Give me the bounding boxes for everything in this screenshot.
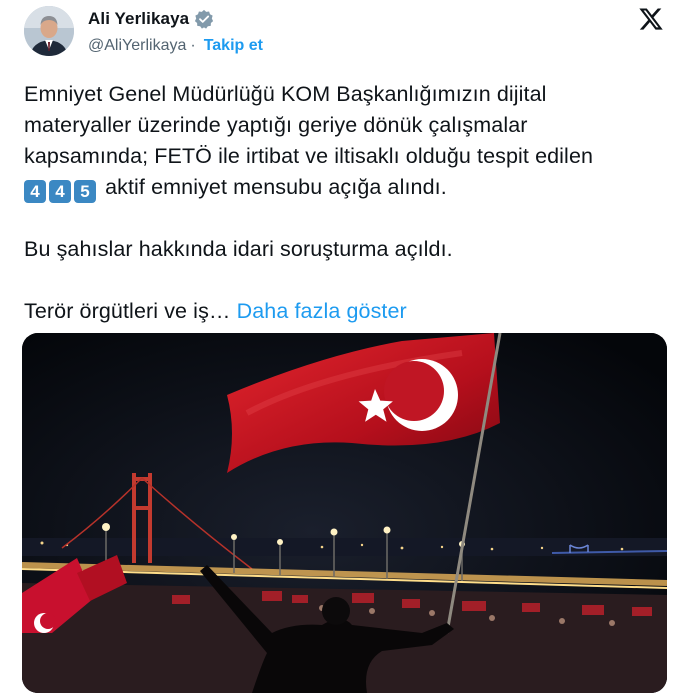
tweet-line-2: materyaller üzerinde yaptığı geriye dönü… bbox=[24, 113, 528, 137]
tweet-line-4: 445 aktif emniyet mensubu açığa alındı. bbox=[24, 172, 674, 203]
avatar[interactable] bbox=[24, 6, 74, 56]
follow-button[interactable]: Takip et bbox=[204, 37, 263, 55]
truncated-text: Terör örgütleri ve iş… bbox=[24, 299, 231, 323]
verified-badge-icon bbox=[194, 9, 214, 29]
tweet-paragraph-2: Bu şahıslar hakkında idari soruşturma aç… bbox=[24, 237, 453, 261]
tweet-line-3: kapsamında; FETÖ ile irtibat ve iltisakl… bbox=[24, 144, 594, 168]
tweet-text: Emniyet Genel Müdürlüğü KOM Başkanlığımı… bbox=[24, 79, 674, 327]
tweet-line-1: Emniyet Genel Müdürlüğü KOM Başkanlığımı… bbox=[24, 82, 547, 106]
tweet-paragraph-3: Terör örgütleri ve iş… Daha fazla göster bbox=[24, 296, 674, 327]
keycap-digit-2: 4 bbox=[49, 180, 71, 203]
x-logo-icon[interactable] bbox=[638, 6, 664, 32]
keycap-digit-1: 4 bbox=[24, 180, 46, 203]
separator-dot: · bbox=[190, 37, 196, 54]
keycap-digit-3: 5 bbox=[74, 180, 96, 203]
author-handle[interactable]: @AliYerlikaya bbox=[88, 37, 186, 55]
tweet-photo[interactable] bbox=[22, 333, 667, 693]
tweet-card: Ali Yerlikaya @AliYerlikaya · Takip et E… bbox=[0, 0, 685, 693]
author-header: Ali Yerlikaya @AliYerlikaya · Takip et bbox=[88, 8, 263, 55]
show-more-link[interactable]: Daha fazla göster bbox=[237, 299, 407, 323]
author-name[interactable]: Ali Yerlikaya bbox=[88, 9, 189, 29]
tweet-line-4-text: aktif emniyet mensubu açığa alındı. bbox=[105, 175, 447, 199]
